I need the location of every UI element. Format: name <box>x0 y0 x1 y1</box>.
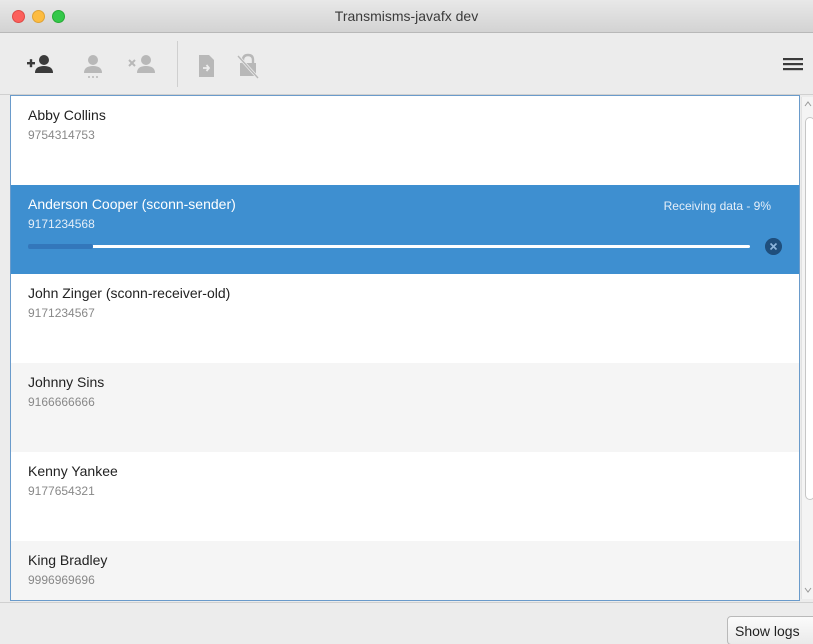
show-logs-button[interactable]: Show logs <box>727 616 813 644</box>
transfer-status: Receiving data - 9% <box>663 199 771 213</box>
contact-list[interactable]: Abby Collins 9754314753 Anderson Cooper … <box>10 95 800 601</box>
contact-name: Anderson Cooper (sconn-sender) <box>28 196 236 212</box>
contact-phone: 9171234567 <box>28 306 95 320</box>
window-title: Transmisms-javafx dev <box>334 8 479 24</box>
menu-icon[interactable] <box>782 56 804 72</box>
toolbar <box>0 33 813 95</box>
contact-row[interactable]: Johnny Sins 9166666666 <box>11 363 799 452</box>
file-send-icon[interactable] <box>191 52 221 80</box>
lock-off-icon[interactable] <box>233 52 263 80</box>
scroll-up-icon[interactable] <box>804 101 812 107</box>
contact-name: King Bradley <box>28 552 108 568</box>
contact-row-selected[interactable]: Anderson Cooper (sconn-sender) 917123456… <box>11 185 799 274</box>
contact-name: Abby Collins <box>28 107 106 123</box>
contact-options-icon[interactable] <box>78 52 108 80</box>
title-bar: Transmisms-javafx dev <box>0 0 813 33</box>
scroll-down-icon[interactable] <box>804 587 812 593</box>
status-bar: Show logs <box>0 602 813 644</box>
contact-name: Kenny Yankee <box>28 463 118 479</box>
contact-phone: 9754314753 <box>28 128 95 142</box>
contact-name: John Zinger (sconn-receiver-old) <box>28 285 231 301</box>
contact-name: Johnny Sins <box>28 374 105 390</box>
add-contact-icon[interactable] <box>26 52 56 80</box>
contact-phone: 9171234568 <box>28 217 95 231</box>
contact-row[interactable]: King Bradley 9996969696 <box>11 541 799 600</box>
remove-contact-icon[interactable] <box>127 52 157 80</box>
list-scrollbar[interactable] <box>801 97 813 599</box>
contact-phone: 9166666666 <box>28 395 95 409</box>
scroll-thumb[interactable] <box>805 117 813 500</box>
contact-row[interactable]: John Zinger (sconn-receiver-old) 9171234… <box>11 274 799 363</box>
contact-phone: 9177654321 <box>28 484 95 498</box>
transfer-progress-bar <box>28 244 750 249</box>
transfer-progress-fill <box>28 244 93 249</box>
toolbar-separator <box>177 41 178 87</box>
cancel-transfer-icon[interactable] <box>765 238 782 255</box>
contact-row[interactable]: Abby Collins 9754314753 <box>11 96 799 185</box>
contact-row[interactable]: Kenny Yankee 9177654321 <box>11 452 799 541</box>
contact-phone: 9996969696 <box>28 573 95 587</box>
